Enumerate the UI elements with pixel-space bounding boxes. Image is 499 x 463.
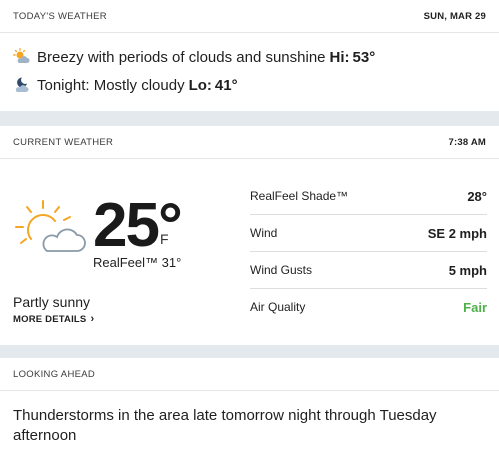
moon-cloud-icon xyxy=(15,77,29,92)
observation-time: 7:38 AM xyxy=(448,136,486,148)
metric-label: RealFeel Shade™ xyxy=(250,189,349,203)
lo-label: Lo: xyxy=(188,76,212,94)
looking-ahead-text: Thunderstorms in the area late tomorrow … xyxy=(13,407,437,444)
todays-weather-header: TODAY'S WEATHER SUN, MAR 29 xyxy=(0,0,499,33)
more-details-label: MORE DETAILS xyxy=(13,314,87,325)
looking-ahead-card[interactable]: LOOKING AHEAD Thunderstorms in the area … xyxy=(0,358,499,463)
looking-ahead-header: LOOKING AHEAD xyxy=(0,358,499,391)
current-weather-card[interactable]: CURRENT WEATHER 7:38 AM 25° F RealFeel™ … xyxy=(0,126,499,345)
current-weather-body: 25° F RealFeel™ 31° Partly sunny MORE DE… xyxy=(0,159,499,345)
night-forecast-row: Tonight: Mostly cloudy Lo: 41° xyxy=(0,76,499,94)
more-details-link[interactable]: MORE DETAILS › xyxy=(13,313,94,325)
metric-value: 5 mph xyxy=(448,262,487,278)
metric-row: Air Quality Fair xyxy=(250,289,487,325)
temperature-unit: F xyxy=(160,231,169,247)
metric-row: Wind SE 2 mph xyxy=(250,215,487,252)
hi-value: 53° xyxy=(352,48,376,66)
forecast-date: SUN, MAR 29 xyxy=(423,10,486,22)
chevron-right-icon: › xyxy=(90,313,95,325)
todays-weather-card[interactable]: TODAY'S WEATHER SUN, MAR 29 Breezy with … xyxy=(0,0,499,111)
section-title: CURRENT WEATHER xyxy=(13,136,114,148)
section-title: TODAY'S WEATHER xyxy=(13,10,107,22)
metric-value: 28° xyxy=(467,188,487,204)
metric-label: Wind xyxy=(250,226,278,240)
sun-cloud-icon xyxy=(13,48,30,63)
metric-label: Wind Gusts xyxy=(250,263,313,277)
metric-row: Wind Gusts 5 mph xyxy=(250,252,487,289)
current-weather-header: CURRENT WEATHER 7:38 AM xyxy=(0,126,499,159)
day-forecast-text: Breezy with periods of clouds and sunshi… xyxy=(37,48,326,66)
night-forecast-text: Tonight: Mostly cloudy xyxy=(37,76,185,94)
current-temperature: 25° xyxy=(93,191,183,260)
weather-condition: Partly sunny xyxy=(13,294,91,310)
partly-sunny-icon xyxy=(15,200,86,252)
metric-value: SE 2 mph xyxy=(427,225,487,241)
weather-metrics-list: RealFeel Shade™ 28° Wind SE 2 mph Wind G… xyxy=(250,178,487,325)
metric-label: Air Quality xyxy=(250,300,306,314)
hi-label: Hi: xyxy=(329,48,350,66)
metric-row: RealFeel Shade™ 28° xyxy=(250,178,487,215)
day-forecast-row: Breezy with periods of clouds and sunshi… xyxy=(0,48,499,66)
lo-value: 41° xyxy=(214,76,238,94)
realfeel-temperature: RealFeel™ 31° xyxy=(93,255,182,270)
section-title: LOOKING AHEAD xyxy=(13,368,96,380)
air-quality-value: Fair xyxy=(463,299,487,315)
